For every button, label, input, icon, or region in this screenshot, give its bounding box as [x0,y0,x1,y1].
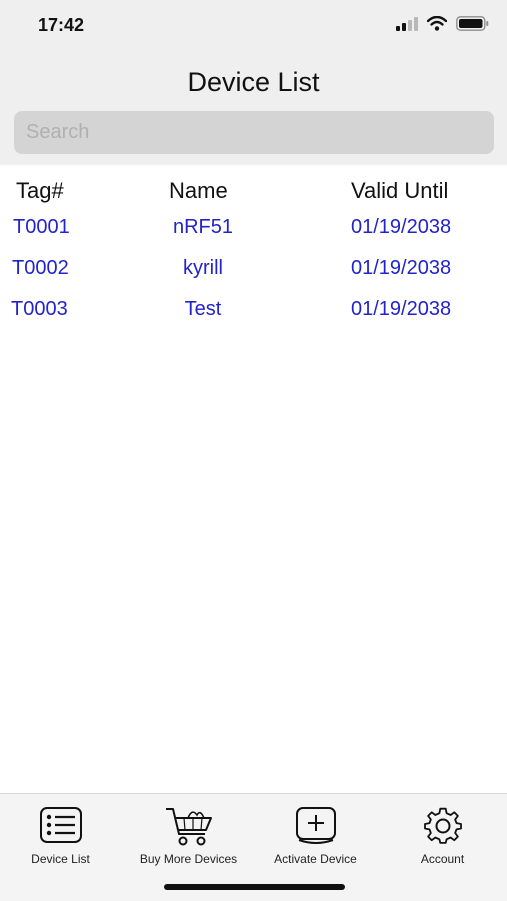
search-input[interactable] [14,111,494,154]
tab-label: Activate Device [274,852,357,866]
valid-until-cell[interactable]: 01/19/2038 [351,298,451,321]
tab-label: Buy More Devices [139,852,238,866]
tab-label: Account [420,852,465,866]
column-header-name: Name [169,178,228,203]
signal-icon [396,16,418,31]
page-title: Device List [187,67,320,97]
cart-icon [165,808,212,846]
list-icon [39,807,82,843]
name-cell[interactable]: nRF51 [0,216,406,239]
column-header-tag: Tag# [16,178,64,203]
gear-icon [423,807,462,844]
navigation-header: 17:42 Device List [0,0,507,165]
name-cell[interactable]: Test [0,298,406,321]
valid-until-cell[interactable]: 01/19/2038 [351,257,451,280]
add-box-icon [295,807,336,844]
home-indicator[interactable] [164,884,345,890]
wifi-icon [427,16,447,31]
battery-icon [456,16,489,31]
tab-account[interactable]: Account [379,794,506,874]
valid-until-cell[interactable]: 01/19/2038 [351,216,451,239]
name-cell[interactable]: kyrill [0,257,406,280]
tab-device-list[interactable]: Device List [0,794,124,874]
tab-buy-more-devices[interactable]: Buy More Devices [125,794,252,874]
tab-label: Device List [31,852,90,866]
status-time: 17:42 [38,15,85,35]
column-header-valid-until: Valid Until [351,178,449,203]
tab-activate-device[interactable]: Activate Device [252,794,379,874]
status-icons [396,16,489,31]
